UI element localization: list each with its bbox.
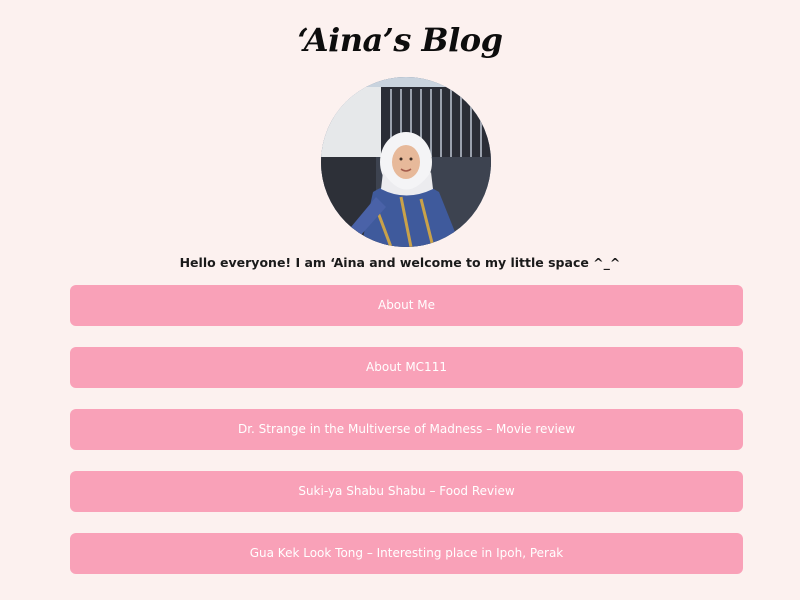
- link-about-mc111[interactable]: About MC111: [70, 347, 743, 388]
- blog-title: ‘Aina’s Blog: [297, 21, 503, 59]
- link-in-bio-page: ‘Aina’s Blog Hello everyone! I am ‘Aina …: [0, 0, 800, 600]
- link-gua-kek-look-tong[interactable]: Gua Kek Look Tong – Interesting place in…: [70, 533, 743, 574]
- link-list: About Me About MC111 Dr. Strange in the …: [70, 285, 743, 595]
- avatar: [321, 77, 491, 247]
- link-dr-strange-review[interactable]: Dr. Strange in the Multiverse of Madness…: [70, 409, 743, 450]
- profile-photo-icon: [321, 77, 491, 247]
- link-suki-ya-review[interactable]: Suki-ya Shabu Shabu – Food Review: [70, 471, 743, 512]
- intro-text: Hello everyone! I am ‘Aina and welcome t…: [179, 255, 621, 270]
- link-about-me[interactable]: About Me: [70, 285, 743, 326]
